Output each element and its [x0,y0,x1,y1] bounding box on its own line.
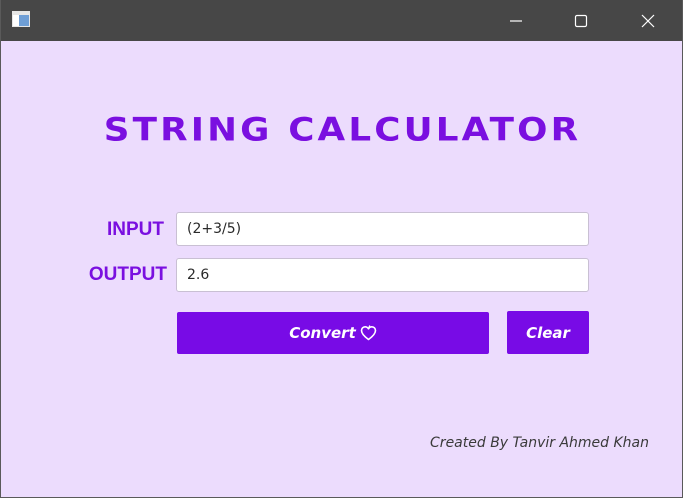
close-button[interactable] [619,0,677,41]
credit-text: Created By Tanvir Ahmed Khan [430,435,649,451]
clear-button[interactable]: Clear [507,311,589,354]
input-field[interactable] [176,212,589,246]
title-bar[interactable] [1,0,682,41]
convert-button[interactable]: Convert [177,312,489,354]
maximize-icon [574,14,588,27]
minimize-icon [510,19,522,22]
minimize-button[interactable] [487,0,545,41]
convert-button-label: Convert [289,324,356,342]
output-field[interactable] [176,258,589,292]
heart-icon [360,325,377,341]
close-icon [641,14,655,27]
page-title: STRING CALCULATOR [103,111,582,149]
maximize-button[interactable] [552,0,610,41]
input-label: INPUT [107,219,164,240]
output-label: OUTPUT [88,264,167,285]
app-icon [12,11,30,27]
clear-button-label: Clear [526,323,570,342]
app-window: STRING CALCULATOR INPUT OUTPUT Convert C… [0,0,683,498]
